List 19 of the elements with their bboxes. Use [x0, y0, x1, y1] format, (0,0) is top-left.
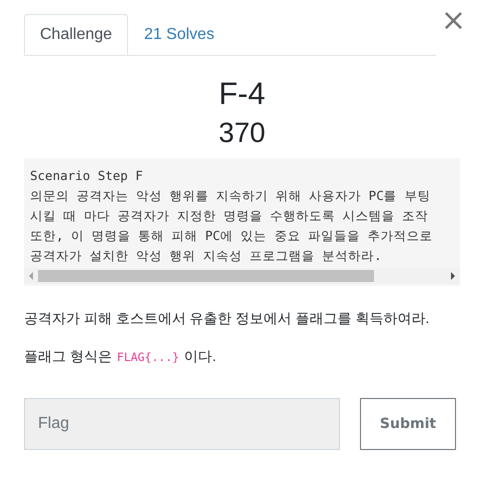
scroll-left-arrow-icon[interactable]	[28, 272, 34, 280]
challenge-points: 370	[218, 116, 266, 150]
code-line: Scenario Step F	[30, 167, 144, 185]
code-line: 의문의 공격자는 악성 행위를 지속하기 위해 사용자가 PC를 부팅	[30, 187, 432, 205]
code-line: 시킬 때 마다 공격자가 지정한 명령을 수행하도록 시스템을 조작	[30, 207, 430, 225]
submit-button[interactable]: Submit	[360, 398, 456, 450]
description-text: 공격자가 피해 호스트에서 유출한 정보에서 플래그를 획득하여라.	[24, 309, 430, 328]
code-line: 공격자가 설치한 악성 행위 지속성 프로그램을 분석하라.	[30, 247, 383, 265]
scrollbar-thumb[interactable]	[38, 270, 374, 282]
challenge-title: F-4	[218, 76, 266, 112]
flag-input[interactable]: Flag	[24, 398, 340, 450]
close-button[interactable]: ×	[440, 6, 466, 36]
format-text: 이다.	[184, 347, 216, 366]
scroll-right-arrow-icon[interactable]	[450, 272, 456, 280]
horizontal-scrollbar[interactable]	[24, 268, 460, 284]
inline-code: FLAG{...}	[116, 349, 180, 366]
code-line: 또한, 이 명령을 통해 피해 PC에 있는 중요 파일들을 추가적으로	[30, 227, 434, 245]
tab[interactable]: Challenge	[24, 14, 128, 55]
format-text: 플래그 형식은	[24, 347, 112, 366]
